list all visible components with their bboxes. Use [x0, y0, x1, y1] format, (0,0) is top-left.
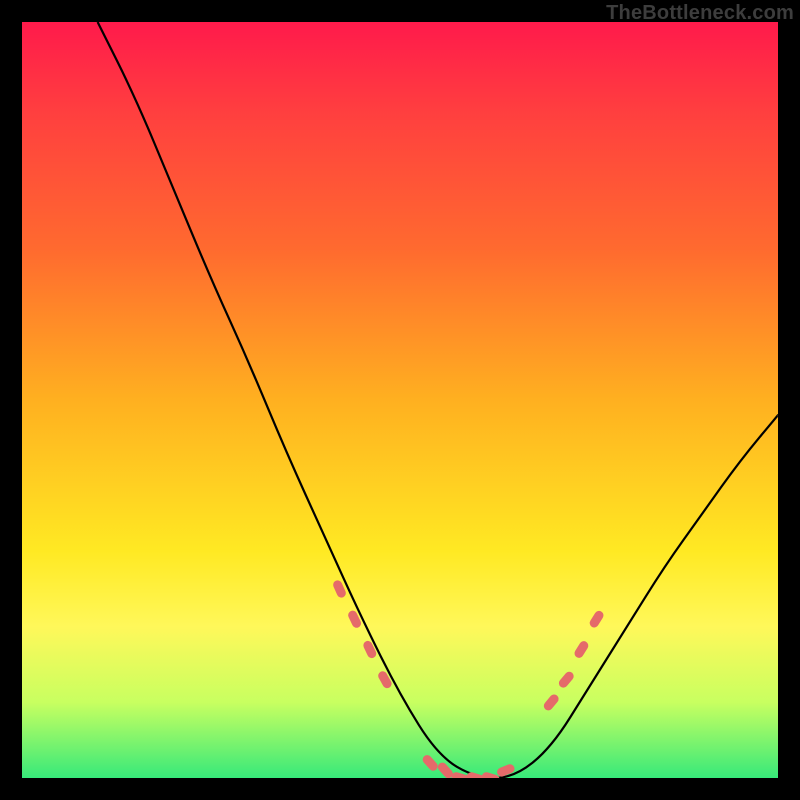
curve-marker — [362, 639, 378, 659]
curve-markers — [332, 579, 606, 778]
chart-frame: TheBottleneck.com — [0, 0, 800, 800]
watermark-text: TheBottleneck.com — [606, 2, 794, 25]
bottleneck-curve — [22, 22, 778, 778]
curve-marker — [542, 693, 560, 713]
curve-marker — [377, 670, 394, 690]
curve-marker — [588, 609, 605, 629]
plot-area — [22, 22, 778, 778]
curve-marker — [421, 753, 440, 772]
curve-line — [98, 22, 778, 778]
curve-marker — [557, 670, 575, 690]
curve-marker — [573, 639, 590, 659]
